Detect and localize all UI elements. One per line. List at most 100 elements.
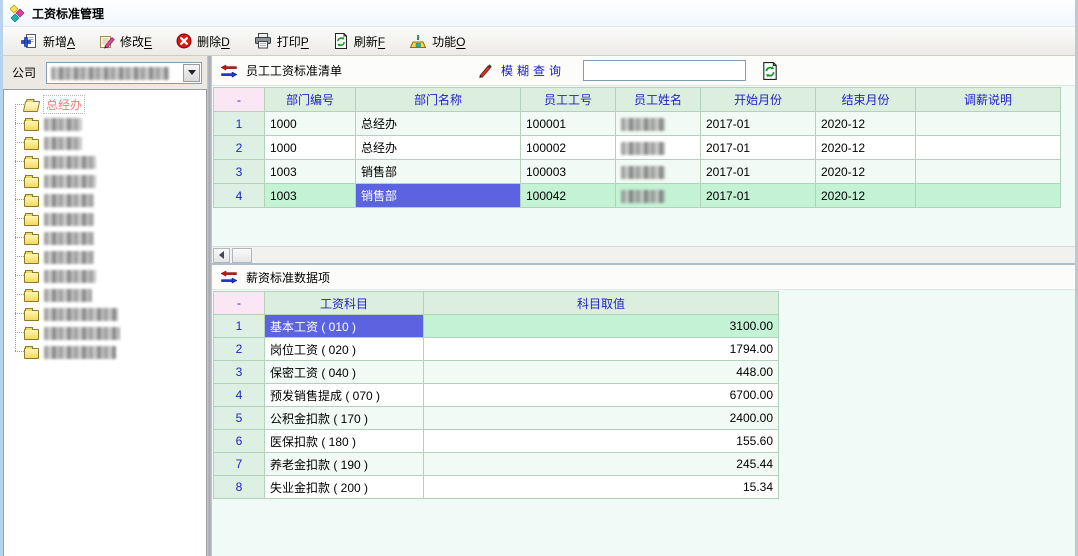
edit-button[interactable]: 修改E (89, 29, 162, 54)
cell[interactable]: 2017-01 (701, 160, 816, 184)
cell[interactable]: 预发销售提成 ( 070 ) (265, 384, 424, 407)
cell[interactable]: 100042 (521, 184, 616, 208)
delete-button[interactable]: 删除D (166, 29, 240, 54)
cell[interactable]: 岗位工资 ( 020 ) (265, 338, 424, 361)
scrollbar-thumb[interactable] (232, 248, 252, 263)
column-header[interactable]: - (214, 292, 265, 315)
cell[interactable]: 15.34 (424, 476, 779, 499)
tree-item[interactable] (24, 266, 206, 285)
cell[interactable]: 4 (214, 184, 265, 208)
cell[interactable]: 448.00 (424, 361, 779, 384)
cell[interactable] (916, 112, 1061, 136)
tree-item[interactable] (24, 209, 206, 228)
column-header[interactable]: 员工姓名 (616, 88, 701, 112)
cell[interactable]: 2 (214, 338, 265, 361)
cell[interactable]: 6 (214, 430, 265, 453)
cell[interactable]: 245.44 (424, 453, 779, 476)
fuzzy-search-label[interactable]: 模糊查询 (501, 62, 565, 79)
blurred-text (44, 118, 82, 131)
print-button[interactable]: 打印P (244, 29, 319, 54)
column-header[interactable]: 部门编号 (265, 88, 356, 112)
employee-table: -部门编号部门名称员工工号员工姓名开始月份结束月份调薪说明11000总经办100… (213, 87, 1061, 208)
cell[interactable]: 养老金扣款 ( 190 ) (265, 453, 424, 476)
cell[interactable]: 销售部 (356, 160, 521, 184)
tree-item[interactable] (24, 133, 206, 152)
cell[interactable]: 基本工资 ( 010 ) (265, 315, 424, 338)
cell[interactable]: 1000 (265, 136, 356, 160)
cell[interactable]: 2020-12 (816, 112, 916, 136)
function-button[interactable]: 功能O (399, 29, 475, 54)
cell[interactable]: 1003 (265, 160, 356, 184)
cell[interactable]: 3 (214, 361, 265, 384)
tree-item[interactable] (24, 190, 206, 209)
cell[interactable]: 2020-12 (816, 136, 916, 160)
cell[interactable] (616, 160, 701, 184)
cell[interactable]: 100001 (521, 112, 616, 136)
search-refresh-button[interactable] (760, 61, 780, 81)
tree-item[interactable] (24, 342, 206, 361)
cell[interactable]: 医保扣款 ( 180 ) (265, 430, 424, 453)
cell[interactable]: 7 (214, 453, 265, 476)
fuzzy-search-input[interactable] (583, 60, 746, 81)
tree-item[interactable] (24, 114, 206, 133)
cell[interactable]: 8 (214, 476, 265, 499)
company-combobox[interactable] (46, 62, 202, 84)
column-header[interactable]: 科目取值 (424, 292, 779, 315)
cell[interactable]: 总经办 (356, 112, 521, 136)
cell[interactable]: 2 (214, 136, 265, 160)
cell[interactable]: 3100.00 (424, 315, 779, 338)
cell[interactable]: 1000 (265, 112, 356, 136)
cell[interactable]: 2400.00 (424, 407, 779, 430)
cell[interactable]: 1 (214, 112, 265, 136)
horizontal-scrollbar[interactable] (212, 246, 1075, 263)
column-header[interactable]: 结束月份 (816, 88, 916, 112)
tree-item[interactable] (24, 228, 206, 247)
cell[interactable] (916, 136, 1061, 160)
cell[interactable]: 1 (214, 315, 265, 338)
cell[interactable]: 100002 (521, 136, 616, 160)
cell[interactable] (916, 184, 1061, 208)
cell[interactable]: 2020-12 (816, 160, 916, 184)
tree-item[interactable] (24, 285, 206, 304)
table-row: 8失业金扣款 ( 200 )15.34 (214, 476, 779, 499)
column-header[interactable]: 工资科目 (265, 292, 424, 315)
column-header[interactable]: 员工工号 (521, 88, 616, 112)
scroll-left-button[interactable] (213, 248, 230, 263)
tree-item[interactable] (24, 323, 206, 342)
cell[interactable]: 2017-01 (701, 184, 816, 208)
tree-item-总经办[interactable]: 总经办 (24, 95, 206, 114)
cell[interactable]: 3 (214, 160, 265, 184)
cell[interactable]: 销售部 (356, 184, 521, 208)
cell[interactable]: 1003 (265, 184, 356, 208)
cell[interactable]: 失业金扣款 ( 200 ) (265, 476, 424, 499)
cell[interactable] (916, 160, 1061, 184)
cell[interactable]: 6700.00 (424, 384, 779, 407)
tree-item[interactable] (24, 304, 206, 323)
column-header[interactable]: 调薪说明 (916, 88, 1061, 112)
column-header[interactable]: 部门名称 (356, 88, 521, 112)
cell[interactable]: 2017-01 (701, 136, 816, 160)
cell[interactable]: 4 (214, 384, 265, 407)
cell[interactable]: 2017-01 (701, 112, 816, 136)
cell[interactable]: 公积金扣款 ( 170 ) (265, 407, 424, 430)
cell[interactable]: 总经办 (356, 136, 521, 160)
cell[interactable]: 155.60 (424, 430, 779, 453)
company-combobox-dropdown-button[interactable] (183, 64, 200, 82)
tree-item[interactable] (24, 152, 206, 171)
tree-item[interactable] (24, 247, 206, 266)
cell[interactable]: 1794.00 (424, 338, 779, 361)
cell[interactable] (616, 136, 701, 160)
cell[interactable]: 5 (214, 407, 265, 430)
cell[interactable] (616, 112, 701, 136)
function-button-label: 功能O (432, 33, 465, 50)
column-header[interactable]: - (214, 88, 265, 112)
column-header[interactable]: 开始月份 (701, 88, 816, 112)
tree-item[interactable] (24, 171, 206, 190)
table-row: 5公积金扣款 ( 170 )2400.00 (214, 407, 779, 430)
cell[interactable] (616, 184, 701, 208)
cell[interactable]: 2020-12 (816, 184, 916, 208)
cell[interactable]: 保密工资 ( 040 ) (265, 361, 424, 384)
new-button[interactable]: 新增A (11, 29, 85, 54)
refresh-button[interactable]: 刷新F (323, 29, 395, 54)
cell[interactable]: 100003 (521, 160, 616, 184)
